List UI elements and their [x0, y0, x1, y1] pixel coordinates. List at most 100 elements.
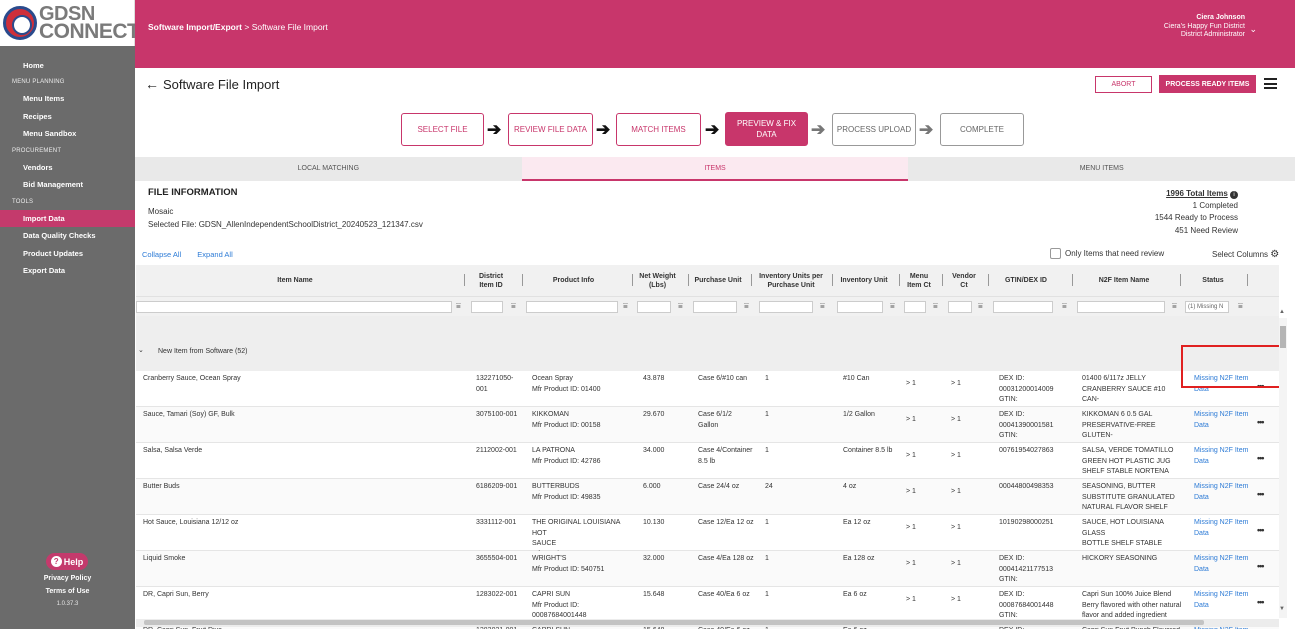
- cell-vc[interactable]: > 1: [951, 379, 981, 390]
- filter-icon[interactable]: ⩸: [933, 301, 938, 311]
- col-n2f-item-name[interactable]: N2F Item Name: [1076, 265, 1172, 296]
- table-row[interactable]: Liquid Smoke 3655504-001 WRIGHT'S Mfr Produ…: [136, 551, 1279, 587]
- info-icon[interactable]: i: [1230, 191, 1238, 199]
- table-row[interactable]: DR, Capri Sun, Berry 1283022-001 CAPRI SUN…: [136, 587, 1279, 623]
- cell-s[interactable]: Missing N2F Item Data: [1194, 554, 1260, 575]
- filter-icon[interactable]: ⩸: [1238, 301, 1243, 311]
- cell-vc[interactable]: > 1: [951, 415, 981, 426]
- cell-s[interactable]: Missing N2F Item Data: [1194, 410, 1260, 431]
- cell-mc[interactable]: > 1: [906, 415, 936, 426]
- filter-icon[interactable]: ⩸: [623, 301, 628, 311]
- step-preview-fix-data[interactable]: PREVIEW & FIX DATA: [725, 112, 808, 146]
- group-chevron-icon[interactable]: ⌄: [138, 346, 144, 354]
- filter-inventory-units[interactable]: [759, 301, 813, 313]
- cell-mc[interactable]: > 1: [906, 487, 936, 498]
- sidebar-item-import-data[interactable]: Import Data: [0, 209, 135, 227]
- help-button[interactable]: ? Help: [46, 553, 88, 570]
- cell-vc[interactable]: > 1: [951, 559, 981, 570]
- step-complete[interactable]: COMPLETE: [940, 113, 1024, 146]
- only-items-need-review-toggle[interactable]: Only Items that need review: [1050, 248, 1164, 259]
- step-review-file-data[interactable]: REVIEW FILE DATA: [508, 113, 593, 146]
- row-actions-ellipsis-icon[interactable]: •••: [1257, 561, 1265, 571]
- table-row[interactable]: Hot Sauce, Louisiana 12/12 oz 3331112-001…: [136, 515, 1279, 558]
- filter-icon[interactable]: ⩸: [1062, 301, 1067, 311]
- table-row[interactable]: Sauce, Tamari (Soy) GF, Bulk 3075100-001 K…: [136, 407, 1279, 450]
- scroll-thumb[interactable]: [1280, 326, 1286, 348]
- filter-status[interactable]: (1) Missing N: [1185, 301, 1229, 313]
- col-product-info[interactable]: Product Info: [526, 265, 621, 296]
- filter-icon[interactable]: ⩸: [820, 301, 825, 311]
- cell-vc[interactable]: > 1: [951, 523, 981, 534]
- row-actions-ellipsis-icon[interactable]: •••: [1257, 417, 1265, 427]
- col-net-weight[interactable]: Net Weight (Lbs): [636, 265, 679, 296]
- row-actions-ellipsis-icon[interactable]: •••: [1257, 525, 1265, 535]
- filter-net-weight[interactable]: [637, 301, 671, 313]
- cell-mc[interactable]: > 1: [906, 451, 936, 462]
- row-actions-ellipsis-icon[interactable]: •••: [1257, 489, 1265, 499]
- tab-menu-items[interactable]: MENU ITEMS: [908, 157, 1295, 181]
- abort-button[interactable]: ABORT: [1095, 76, 1152, 93]
- step-select-file[interactable]: SELECT FILE: [401, 113, 484, 146]
- col-vendor-ct[interactable]: Vendor Ct: [946, 265, 982, 296]
- cell-vc[interactable]: > 1: [951, 451, 981, 462]
- col-inventory-units-per-purchase-unit[interactable]: Inventory Units per Purchase Unit: [756, 265, 826, 296]
- sidebar-item-data-quality-checks[interactable]: Data Quality Checks: [0, 227, 135, 245]
- process-ready-items-button[interactable]: PROCESS READY ITEMS: [1159, 75, 1256, 93]
- scroll-up-icon[interactable]: ▲: [1279, 309, 1285, 315]
- filter-product-info[interactable]: [526, 301, 618, 313]
- hamburger-menu-icon[interactable]: [1264, 78, 1277, 89]
- col-gtin-dex-id[interactable]: GTIN/DEX ID: [992, 265, 1060, 296]
- cell-s[interactable]: Missing N2F Item Data: [1194, 590, 1260, 611]
- filter-icon[interactable]: ⩸: [511, 301, 516, 311]
- col-status[interactable]: Status: [1184, 265, 1242, 296]
- col-menu-item-ct[interactable]: Menu Item Ct: [902, 265, 936, 296]
- cell-s[interactable]: Missing N2F Item Data: [1194, 518, 1260, 539]
- filter-icon[interactable]: ⩸: [456, 301, 461, 311]
- user-menu[interactable]: Ciera Johnson Ciera's Happy Fun District…: [1164, 14, 1245, 40]
- sidebar-item-bid-management[interactable]: Bid Management: [0, 176, 135, 194]
- cell-mc[interactable]: > 1: [906, 379, 936, 390]
- col-purchase-unit[interactable]: Purchase Unit: [692, 265, 744, 296]
- cell-vc[interactable]: > 1: [951, 595, 981, 606]
- step-process-upload[interactable]: PROCESS UPLOAD: [832, 113, 916, 146]
- sidebar-item-menu-sandbox[interactable]: Menu Sandbox: [0, 125, 135, 143]
- terms-of-use-link[interactable]: Terms of Use: [0, 588, 135, 595]
- filter-vendor-ct[interactable]: [948, 301, 972, 313]
- breadcrumb-parent[interactable]: Software Import/Export: [148, 22, 242, 32]
- cell-s[interactable]: Missing N2F Item Data: [1194, 446, 1260, 467]
- filter-icon[interactable]: ⩸: [1172, 301, 1177, 311]
- cell-s[interactable]: Missing N2F Item Data: [1194, 482, 1260, 503]
- col-district-item-id[interactable]: District Item ID: [470, 265, 512, 296]
- total-items-link[interactable]: 1996 Total Items: [1166, 189, 1228, 198]
- logo[interactable]: GDSN CONNECT: [0, 0, 140, 46]
- col-inventory-unit[interactable]: Inventory Unit: [836, 265, 892, 296]
- filter-menu-item-ct[interactable]: [904, 301, 926, 313]
- row-actions-ellipsis-icon[interactable]: •••: [1257, 597, 1265, 607]
- sidebar-item-menu-items[interactable]: Menu Items: [0, 90, 135, 108]
- step-match-items[interactable]: MATCH ITEMS: [616, 113, 701, 146]
- sidebar-item-vendors[interactable]: Vendors: [0, 159, 135, 177]
- row-actions-ellipsis-icon[interactable]: •••: [1257, 453, 1265, 463]
- tab-local-matching[interactable]: LOCAL MATCHING: [135, 157, 522, 181]
- expand-all-link[interactable]: Expand All: [197, 250, 232, 259]
- filter-icon[interactable]: ⩸: [678, 301, 683, 311]
- only-review-checkbox[interactable]: [1050, 248, 1061, 259]
- collapse-all-link[interactable]: Collapse All: [142, 250, 181, 259]
- group-row[interactable]: ⌄ New Item from Software (52): [136, 316, 1279, 371]
- filter-purchase-unit[interactable]: [693, 301, 737, 313]
- cell-mc[interactable]: > 1: [906, 595, 936, 606]
- col-item-name[interactable]: Item Name: [136, 265, 454, 296]
- back-arrow-icon[interactable]: ←: [145, 76, 159, 92]
- filter-district-item-id[interactable]: [471, 301, 503, 313]
- filter-icon[interactable]: ⩸: [978, 301, 983, 311]
- sidebar-item-product-updates[interactable]: Product Updates: [0, 245, 135, 263]
- filter-n2f-item-name[interactable]: [1077, 301, 1165, 313]
- vertical-scrollbar[interactable]: ▲ ▼: [1279, 309, 1287, 618]
- table-row[interactable]: Cranberry Sauce, Ocean Spray 132271050- 00…: [136, 371, 1279, 414]
- filter-item-name[interactable]: [136, 301, 452, 313]
- filter-gtin[interactable]: [993, 301, 1053, 313]
- cell-vc[interactable]: > 1: [951, 487, 981, 498]
- filter-inventory-unit[interactable]: [837, 301, 883, 313]
- privacy-policy-link[interactable]: Privacy Policy: [0, 575, 135, 582]
- filter-icon[interactable]: ⩸: [890, 301, 895, 311]
